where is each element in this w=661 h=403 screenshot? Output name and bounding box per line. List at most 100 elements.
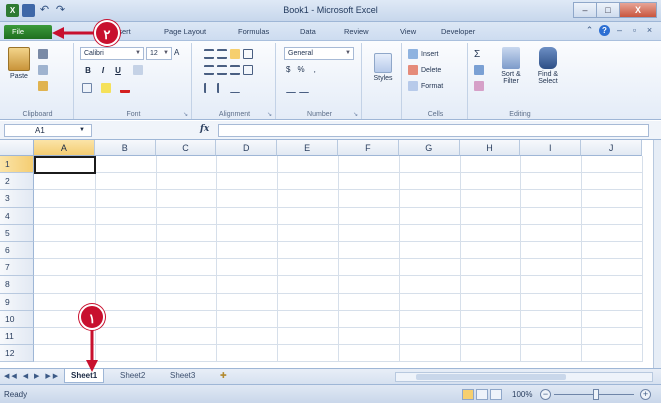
increase-decimal-icon[interactable] xyxy=(286,83,296,93)
sheet-nav-icons[interactable]: ◀◀ ◀ ▶ ▶▶ xyxy=(4,372,60,380)
sort-filter-button[interactable]: Sort & Filter xyxy=(494,47,528,85)
active-cell-a1[interactable] xyxy=(34,156,96,175)
name-box[interactable]: A1 ▼ xyxy=(4,124,92,137)
tab-review[interactable]: Review xyxy=(340,25,373,39)
tab-developer[interactable]: Developer xyxy=(437,25,479,39)
horizontal-scrollbar[interactable] xyxy=(395,372,653,382)
tab-file[interactable]: File xyxy=(4,25,52,39)
align-middle-icon[interactable] xyxy=(217,49,227,59)
borders-icon[interactable] xyxy=(82,83,92,93)
zoom-in-icon[interactable]: + xyxy=(640,389,651,400)
horizontal-scroll-thumb[interactable] xyxy=(416,374,566,380)
close-button[interactable]: X xyxy=(619,2,657,18)
column-header-g[interactable]: G xyxy=(398,140,460,156)
underline-button[interactable]: U xyxy=(112,66,124,75)
column-header-d[interactable]: D xyxy=(216,140,278,156)
row-header-1[interactable]: 1 xyxy=(0,156,34,174)
cut-icon[interactable] xyxy=(38,49,48,59)
copy-icon[interactable] xyxy=(38,65,48,75)
format-cells-button[interactable]: Format xyxy=(421,83,443,90)
align-center-icon[interactable] xyxy=(217,65,227,75)
column-header-e[interactable]: E xyxy=(277,140,338,156)
find-select-button[interactable]: Find & Select xyxy=(530,47,566,85)
vertical-scrollbar[interactable] xyxy=(653,140,661,368)
fill-icon[interactable] xyxy=(474,65,484,75)
row-header-5[interactable]: 5 xyxy=(0,224,34,242)
paste-button[interactable]: Paste xyxy=(6,47,32,80)
minimize-ribbon-icon[interactable]: ⌃ xyxy=(584,25,595,36)
font-dialog-launcher-icon[interactable]: ↘ xyxy=(183,111,188,118)
clear-icon[interactable] xyxy=(474,81,484,91)
row-header-9[interactable]: 9 xyxy=(0,293,34,311)
row-header-11[interactable]: 11 xyxy=(0,328,34,346)
column-header-h[interactable]: H xyxy=(459,140,521,156)
page-break-view-icon[interactable] xyxy=(490,389,502,400)
tab-formulas[interactable]: Formulas xyxy=(234,25,273,39)
page-layout-view-icon[interactable] xyxy=(476,389,488,400)
font-size-select[interactable]: 12 ▼ xyxy=(146,47,172,60)
number-dialog-launcher-icon[interactable]: ↘ xyxy=(353,111,358,118)
zoom-slider-knob[interactable] xyxy=(593,389,599,400)
comma-button[interactable]: , xyxy=(314,65,316,74)
tab-data[interactable]: Data xyxy=(296,25,320,39)
sheet-tab-sheet2[interactable]: Sheet2 xyxy=(114,369,151,383)
shrink-font-icon[interactable] xyxy=(133,65,143,75)
align-top-icon[interactable] xyxy=(204,49,214,59)
workbook-close-icon[interactable]: × xyxy=(644,25,655,36)
help-icon[interactable]: ? xyxy=(599,25,610,36)
workbook-restore-icon[interactable]: ▫ xyxy=(629,25,640,36)
normal-view-icon[interactable] xyxy=(462,389,474,400)
minimize-button[interactable]: – xyxy=(573,2,597,18)
maximize-button[interactable]: □ xyxy=(596,2,620,18)
font-name-select[interactable]: Calibri ▼ xyxy=(80,47,144,60)
alignment-dialog-launcher-icon[interactable]: ↘ xyxy=(267,111,272,118)
decrease-decimal-icon[interactable] xyxy=(299,83,309,93)
merge-center-icon[interactable] xyxy=(243,65,253,75)
bold-button[interactable]: B xyxy=(82,66,94,75)
row-header-8[interactable]: 8 xyxy=(0,276,34,294)
font-color-icon[interactable] xyxy=(120,83,130,93)
column-header-j[interactable]: J xyxy=(581,140,642,156)
formula-input[interactable] xyxy=(218,124,649,137)
insert-function-button[interactable]: fx xyxy=(200,124,209,134)
increase-indent-icon[interactable] xyxy=(217,83,227,93)
column-header-i[interactable]: I xyxy=(520,140,582,156)
column-header-a[interactable]: A xyxy=(34,140,95,156)
grow-font-icon[interactable]: A xyxy=(174,48,179,57)
percent-button[interactable]: % xyxy=(297,65,304,74)
insert-cells-button[interactable]: Insert xyxy=(421,51,439,58)
align-right-icon[interactable] xyxy=(230,65,240,75)
workbook-minimize-icon[interactable]: – xyxy=(614,25,625,36)
column-header-c[interactable]: C xyxy=(155,140,217,156)
wrap-text-icon[interactable] xyxy=(243,49,253,59)
zoom-out-icon[interactable]: − xyxy=(540,389,551,400)
row-header-3[interactable]: 3 xyxy=(0,190,34,208)
select-all-corner[interactable] xyxy=(0,140,34,156)
number-format-select[interactable]: General ▼ xyxy=(284,47,354,60)
italic-button[interactable]: I xyxy=(97,66,109,75)
row-header-6[interactable]: 6 xyxy=(0,242,34,260)
autosum-button[interactable]: Σ xyxy=(474,49,480,60)
row-header-4[interactable]: 4 xyxy=(0,207,34,225)
row-header-7[interactable]: 7 xyxy=(0,259,34,277)
align-left-icon[interactable] xyxy=(204,65,214,75)
worksheet-grid[interactable]: A B C D E F G H I J 1 2 3 4 5 6 7 8 9 10 11 12 xyxy=(0,140,653,368)
currency-button[interactable]: $ xyxy=(286,65,290,74)
tab-view[interactable]: View xyxy=(396,25,420,39)
fill-color-icon[interactable] xyxy=(101,83,111,93)
sheet-tab-sheet3[interactable]: Sheet3 xyxy=(164,369,201,383)
styles-button[interactable]: Styles xyxy=(370,53,396,82)
zoom-level[interactable]: 100% xyxy=(512,390,532,399)
column-header-b[interactable]: B xyxy=(94,140,156,156)
align-bottom-icon[interactable] xyxy=(230,49,240,59)
row-header-10[interactable]: 10 xyxy=(0,310,34,328)
delete-cells-button[interactable]: Delete xyxy=(421,67,441,74)
tab-page-layout[interactable]: Page Layout xyxy=(160,25,210,39)
orientation-icon[interactable] xyxy=(230,83,240,93)
format-painter-icon[interactable] xyxy=(38,81,48,91)
column-header-f[interactable]: F xyxy=(338,140,399,156)
row-header-2[interactable]: 2 xyxy=(0,173,34,191)
insert-sheet-icon[interactable]: ✚ xyxy=(214,369,233,383)
row-header-12[interactable]: 12 xyxy=(0,345,34,363)
decrease-indent-icon[interactable] xyxy=(204,83,214,93)
